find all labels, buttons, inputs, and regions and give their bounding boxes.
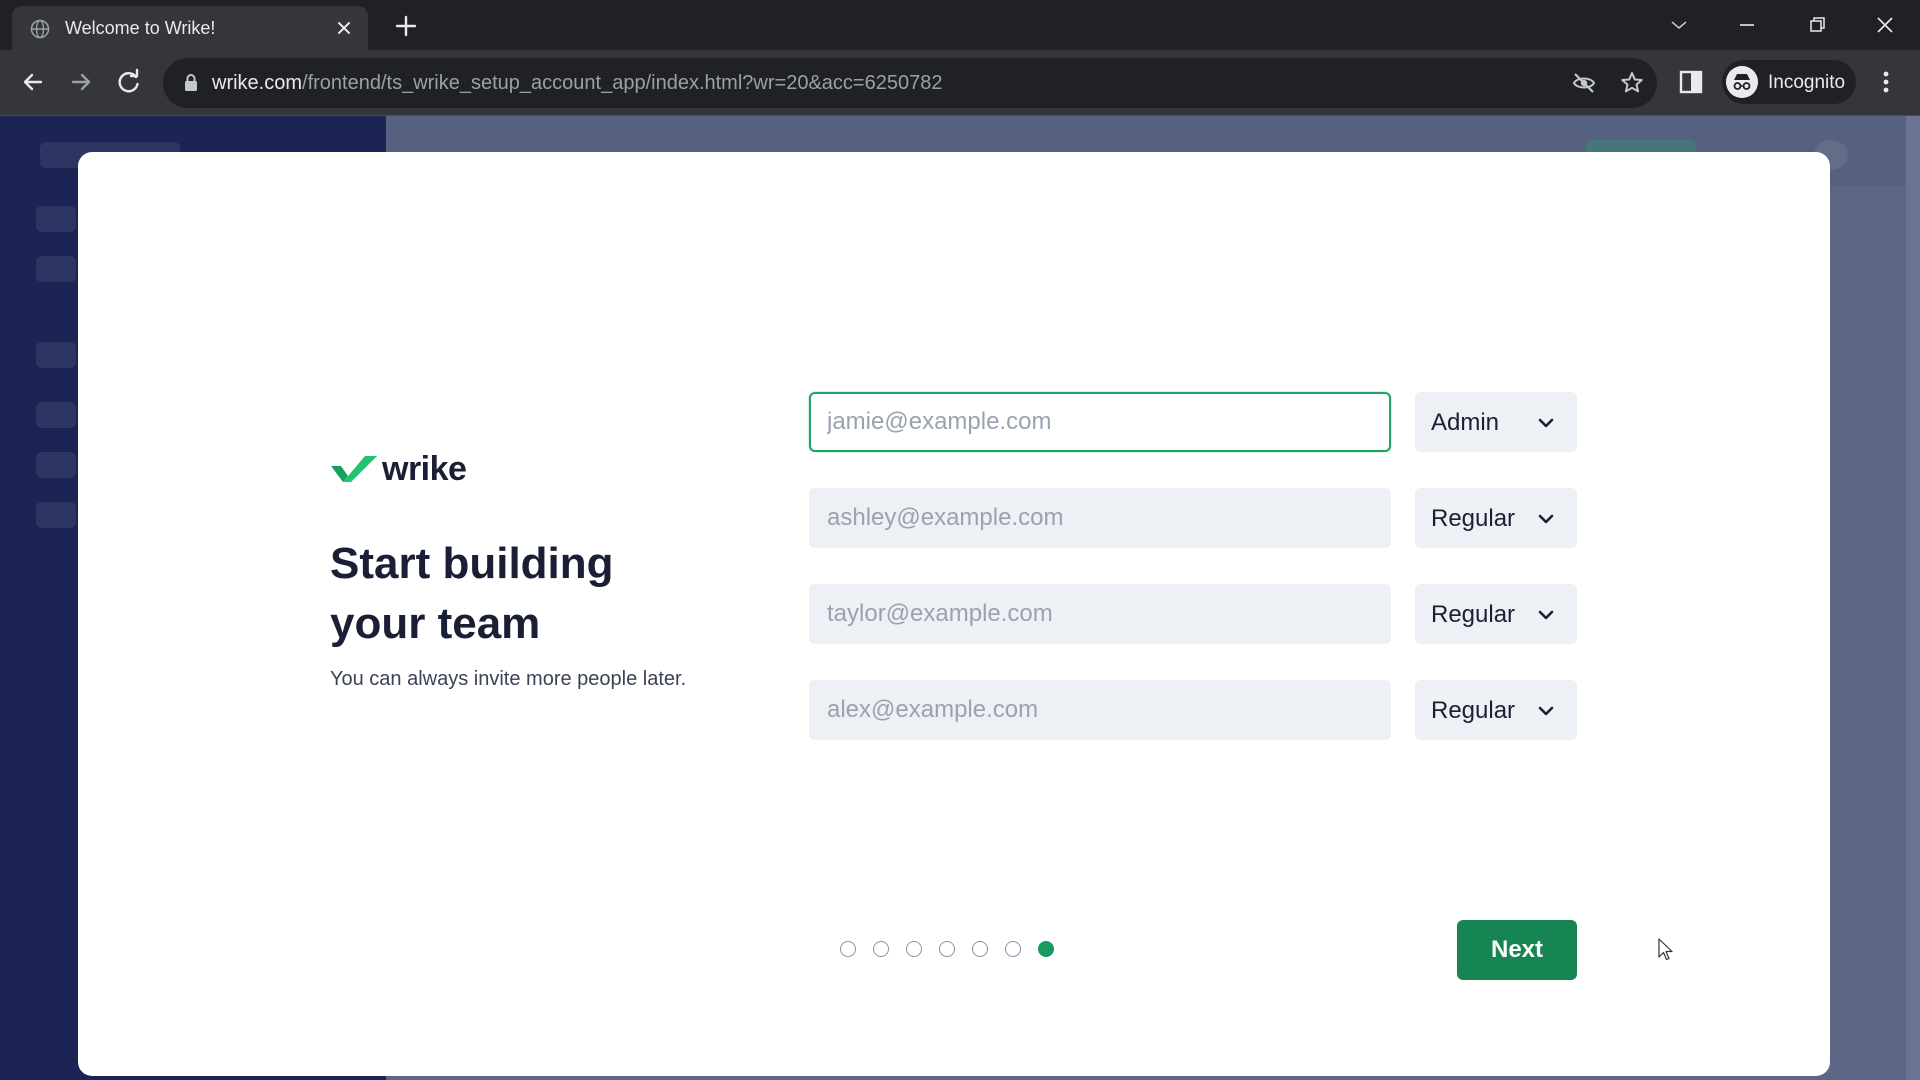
side-panel-icon[interactable] <box>1676 67 1706 97</box>
email-input-4[interactable] <box>809 680 1391 740</box>
minimize-icon[interactable] <box>1732 10 1762 40</box>
chevron-down-icon <box>1538 706 1554 716</box>
reload-icon[interactable] <box>112 65 146 99</box>
url-host: wrike.com <box>212 72 303 94</box>
arrow-right-icon[interactable] <box>64 65 98 99</box>
url-path: /frontend/ts_wrike_setup_account_app/ind… <box>302 72 943 94</box>
tab-title: Welcome to Wrike! <box>65 18 216 38</box>
arrow-left-icon[interactable] <box>16 65 50 99</box>
role-select-4[interactable]: Regular <box>1415 680 1577 740</box>
globe-icon <box>30 19 50 39</box>
step-dot <box>840 941 856 957</box>
page-subtitle: You can always invite more people later. <box>330 668 687 690</box>
chevron-down-icon <box>1538 514 1554 524</box>
eye-slash-icon[interactable] <box>1571 70 1597 96</box>
browser-tab[interactable]: Welcome to Wrike! <box>12 6 368 50</box>
address-bar[interactable]: wrike.com/frontend/ts_wrike_setup_accoun… <box>163 58 1657 108</box>
step-dot <box>1005 941 1021 957</box>
incognito-icon <box>1726 66 1758 98</box>
step-dot <box>873 941 889 957</box>
chevron-down-icon[interactable] <box>1664 10 1694 40</box>
step-dot <box>939 941 955 957</box>
chevron-down-icon <box>1538 418 1554 428</box>
restore-icon[interactable] <box>1802 10 1832 40</box>
incognito-badge[interactable]: Incognito <box>1722 60 1856 104</box>
role-select-2[interactable]: Regular <box>1415 488 1577 548</box>
kebab-menu-icon[interactable] <box>1876 67 1896 97</box>
role-select-1[interactable]: Admin <box>1415 392 1577 452</box>
step-dot-current <box>1038 941 1054 957</box>
mouse-cursor-icon <box>1658 938 1673 961</box>
email-input-3[interactable] <box>809 584 1391 644</box>
role-value: Admin <box>1431 409 1500 436</box>
email-input-2[interactable] <box>809 488 1391 548</box>
incognito-label: Incognito <box>1768 72 1846 93</box>
logo-text: wrike <box>382 450 467 488</box>
chevron-down-icon <box>1538 610 1554 620</box>
wrike-checkmark-icon <box>331 456 377 482</box>
step-indicator <box>840 941 1080 959</box>
star-icon[interactable] <box>1619 70 1645 96</box>
step-dot <box>972 941 988 957</box>
page-title: Start building your team <box>330 539 614 648</box>
step-dot <box>906 941 922 957</box>
next-button[interactable]: Next <box>1457 920 1577 980</box>
browser-tabstrip: Welcome to Wrike! <box>0 0 1920 50</box>
close-icon[interactable] <box>334 18 354 38</box>
background-scrollbar[interactable] <box>1906 116 1920 1080</box>
plus-icon[interactable] <box>392 12 420 40</box>
wrike-logo: wrike <box>329 450 489 488</box>
role-value: Regular <box>1431 697 1516 724</box>
close-window-icon[interactable] <box>1870 10 1900 40</box>
invite-team-modal: wrike Start building your team You can a… <box>78 152 1830 1076</box>
browser-toolbar: wrike.com/frontend/ts_wrike_setup_accoun… <box>0 50 1920 116</box>
role-select-3[interactable]: Regular <box>1415 584 1577 644</box>
email-input-1[interactable] <box>809 392 1391 452</box>
role-value: Regular <box>1431 505 1516 532</box>
url-text[interactable]: wrike.com/frontend/ts_wrike_setup_accoun… <box>212 72 942 95</box>
role-value: Regular <box>1431 601 1516 628</box>
lock-icon[interactable] <box>183 73 199 93</box>
